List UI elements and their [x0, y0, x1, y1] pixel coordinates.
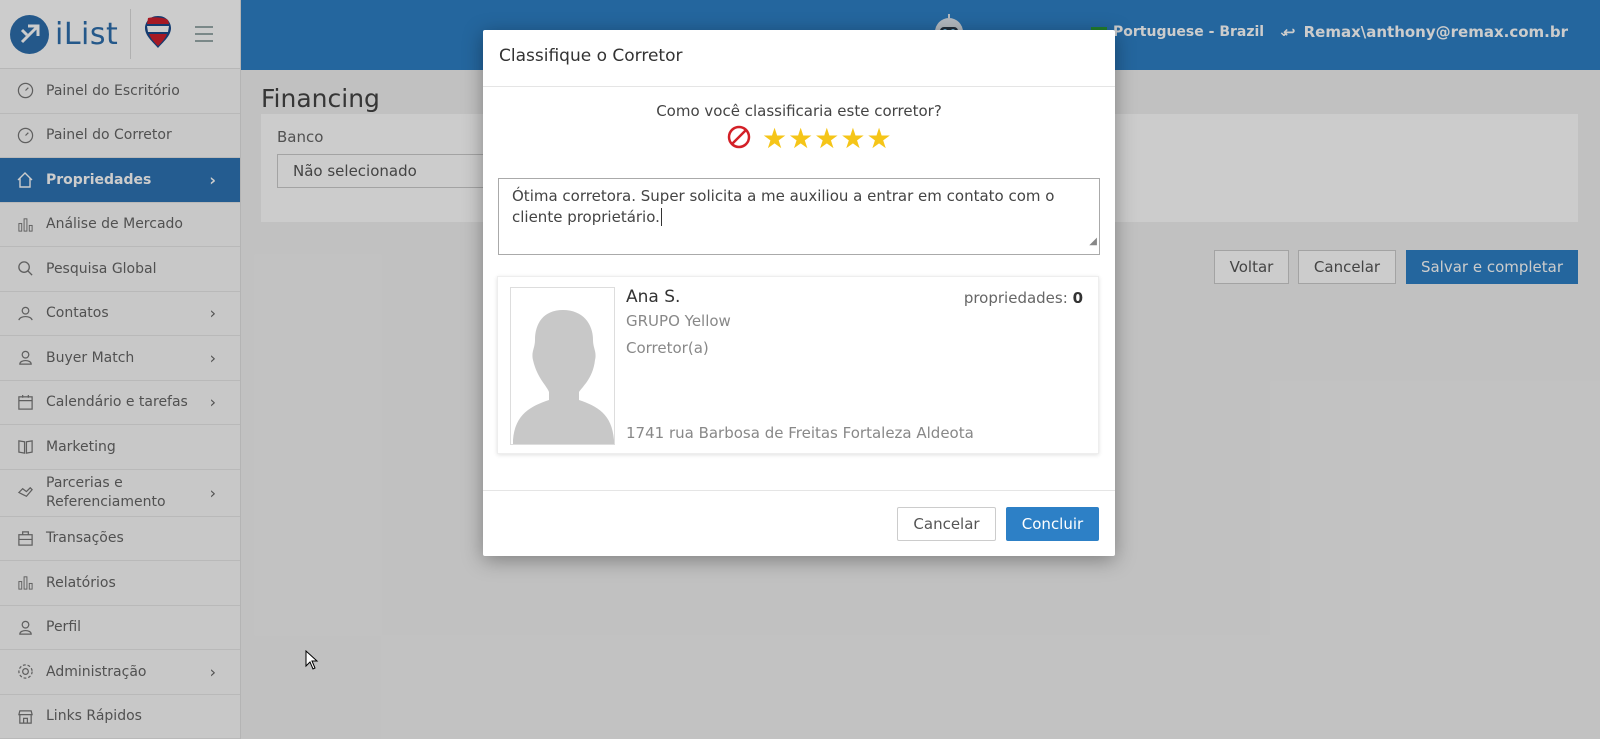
modal-confirm-button[interactable]: Concluir: [1006, 507, 1099, 541]
comment-textarea[interactable]: Ótima corretora. Super solicita a me aux…: [498, 178, 1100, 255]
modal-title: Classifique o Corretor: [483, 30, 1115, 87]
stars: ★ ★ ★ ★ ★: [762, 125, 892, 153]
modal-body: Como você classificaria este corretor? ★…: [483, 87, 1115, 490]
resize-handle-icon[interactable]: ◢: [1089, 231, 1097, 252]
agent-address: 1741 rua Barbosa de Freitas Fortaleza Al…: [626, 424, 974, 442]
comment-text: Ótima corretora. Super solicita a me aux…: [512, 187, 1055, 226]
properties-count: 0: [1072, 289, 1083, 307]
star-icon[interactable]: ★: [788, 125, 813, 153]
rating-question: Como você classificaria este corretor?: [656, 102, 942, 120]
agent-name: Ana S.: [626, 287, 681, 307]
star-rating: ★ ★ ★ ★ ★: [726, 124, 892, 154]
rate-agent-modal: Classifique o Corretor Como você classif…: [483, 30, 1115, 556]
clear-rating-icon[interactable]: [726, 124, 752, 154]
modal-footer: Cancelar Concluir: [483, 490, 1115, 556]
star-icon[interactable]: ★: [814, 125, 839, 153]
star-icon[interactable]: ★: [840, 125, 865, 153]
agent-properties-count: propriedades: 0: [964, 289, 1083, 307]
properties-label: propriedades:: [963, 289, 1068, 307]
star-icon[interactable]: ★: [762, 125, 787, 153]
mouse-cursor-icon: [305, 649, 319, 674]
agent-group: GRUPO Yellow: [626, 312, 731, 330]
modal-cancel-button[interactable]: Cancelar: [897, 507, 996, 541]
agent-card: Ana S. GRUPO Yellow Corretor(a) 1741 rua…: [497, 276, 1099, 454]
agent-avatar: [510, 287, 615, 445]
star-icon[interactable]: ★: [866, 125, 891, 153]
agent-role: Corretor(a): [626, 339, 709, 357]
